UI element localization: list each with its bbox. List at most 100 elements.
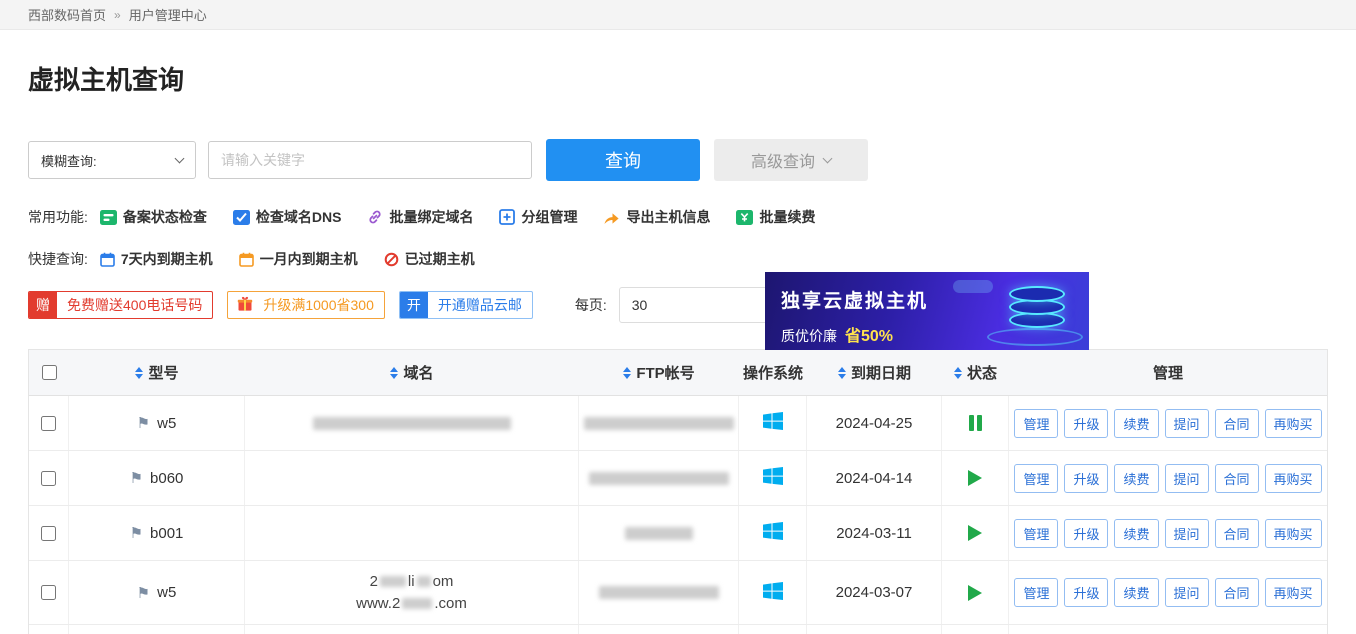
table-cell	[942, 625, 1009, 634]
header-domain: 域名	[245, 350, 579, 395]
func-label: 分组管理	[521, 207, 577, 227]
row-checkbox[interactable]	[41, 526, 56, 541]
action-contract-button[interactable]: 合同	[1215, 409, 1259, 438]
action-question-button[interactable]: 提问	[1165, 578, 1209, 607]
model-label: b060	[150, 470, 183, 487]
status-cell	[942, 396, 1009, 450]
func-check-dns[interactable]: 检查域名DNS	[233, 207, 342, 227]
func-batch-bind-domain[interactable]: 批量绑定域名	[367, 207, 473, 227]
action-contract-button[interactable]: 合同	[1215, 578, 1259, 607]
action-upgrade-button[interactable]: 升级	[1064, 409, 1108, 438]
action-manage-button[interactable]: 管理	[1014, 464, 1058, 493]
breadcrumb: 西部数码首页 » 用户管理中心	[0, 0, 1356, 30]
query-button[interactable]: 查询	[546, 139, 700, 181]
table-cell	[739, 625, 807, 634]
action-manage-button[interactable]: 管理	[1014, 578, 1058, 607]
search-row: 模糊查询: 查询 高级查询	[28, 139, 1328, 181]
host-table: 型号 域名 FTP帐号 操作系统 到期日期 状态 管理	[28, 349, 1328, 634]
func-group-manage[interactable]: 分组管理	[499, 207, 577, 227]
action-question-button[interactable]: 提问	[1165, 519, 1209, 548]
row-checkbox-cell	[29, 396, 69, 450]
sort-icon[interactable]	[390, 367, 398, 379]
filter-select[interactable]: 模糊查询:	[28, 141, 196, 179]
banner-title: 独享云虚拟主机	[781, 286, 1073, 313]
action-contract-button[interactable]: 合同	[1215, 464, 1259, 493]
action-renew-button[interactable]: 续费	[1114, 409, 1158, 438]
action-manage-button[interactable]: 管理	[1014, 409, 1058, 438]
header-label: 到期日期	[851, 362, 911, 383]
advanced-query-button[interactable]: 高级查询	[714, 139, 868, 181]
domain-fragment: li	[408, 573, 415, 590]
promo-cloud-mail[interactable]: 开 开通赠品云邮	[399, 291, 533, 319]
sort-icon[interactable]	[954, 367, 962, 379]
action-question-button[interactable]: 提问	[1165, 464, 1209, 493]
filter-select-label: 模糊查询:	[41, 151, 97, 170]
func-export-host-info[interactable]: 导出主机信息	[603, 207, 710, 227]
table-row: ⚑ b060 2024-04-14 管理 升级 续费 提问 合同 再购买	[29, 451, 1327, 506]
flag-icon: ⚑	[137, 584, 150, 602]
action-renew-button[interactable]: 续费	[1114, 578, 1158, 607]
action-question-button[interactable]: 提问	[1165, 409, 1209, 438]
flag-icon: ⚑	[130, 524, 143, 542]
action-rebuy-button[interactable]: 再购买	[1265, 519, 1322, 548]
select-all-checkbox[interactable]	[42, 365, 57, 380]
promo-free-400-number[interactable]: 赠 免费赠送400电话号码	[28, 291, 213, 319]
sort-icon[interactable]	[838, 367, 846, 379]
action-contract-button[interactable]: 合同	[1215, 519, 1259, 548]
table-cell	[807, 625, 942, 634]
quick-label: 已过期主机	[405, 249, 475, 269]
action-manage-button[interactable]: 管理	[1014, 519, 1058, 548]
domain-fragment: www.2	[356, 595, 400, 612]
action-renew-button[interactable]: 续费	[1114, 464, 1158, 493]
row-checkbox-cell	[29, 506, 69, 560]
action-upgrade-button[interactable]: 升级	[1064, 464, 1108, 493]
masked-domain-part	[417, 576, 431, 587]
quick-expired[interactable]: 已过期主机	[384, 249, 475, 269]
masked-ftp	[625, 527, 693, 540]
sort-icon[interactable]	[623, 367, 631, 379]
search-input[interactable]	[208, 141, 532, 179]
func-label: 导出主机信息	[626, 207, 710, 227]
status-paused-icon	[969, 415, 982, 431]
group-plus-icon	[499, 209, 515, 225]
func-label: 批量绑定域名	[389, 207, 473, 227]
domain-cell: 2 li om www.2 .com	[245, 561, 579, 624]
breadcrumb-current[interactable]: 用户管理中心	[129, 5, 207, 24]
domain-fragment: .com	[434, 595, 467, 612]
func-label: 批量续费	[759, 207, 815, 227]
os-cell	[739, 451, 807, 505]
windows-icon	[763, 522, 783, 544]
promo-upgrade-save[interactable]: 升级满1000省300	[227, 291, 385, 319]
header-label: 域名	[403, 362, 433, 383]
row-checkbox[interactable]	[41, 471, 56, 486]
batch-renew-icon	[736, 210, 753, 225]
header-status: 状态	[942, 350, 1009, 395]
header-manage: 管理	[1009, 350, 1327, 395]
action-rebuy-button[interactable]: 再购买	[1265, 578, 1322, 607]
sort-icon[interactable]	[135, 367, 143, 379]
func-icp-status-check[interactable]: 备案状态检查	[100, 207, 207, 227]
breadcrumb-separator: »	[114, 8, 121, 22]
ad-banner-cloud-host[interactable]: 独享云虚拟主机 质优价廉 省50%	[765, 272, 1089, 350]
chevron-down-icon	[175, 153, 185, 163]
row-checkbox[interactable]	[41, 416, 56, 431]
page-size-input[interactable]	[619, 287, 779, 323]
quick-query-label: 快捷查询:	[28, 249, 88, 269]
action-upgrade-button[interactable]: 升级	[1064, 578, 1108, 607]
action-renew-button[interactable]: 续费	[1114, 519, 1158, 548]
action-upgrade-button[interactable]: 升级	[1064, 519, 1108, 548]
func-batch-renew[interactable]: 批量续费	[736, 207, 815, 227]
table-row-stub	[29, 625, 1327, 634]
action-rebuy-button[interactable]: 再购买	[1265, 464, 1322, 493]
common-functions-row: 常用功能: 备案状态检查 检查域名DNS 批量绑定域名 分组管理 导出主机信息 …	[28, 207, 1328, 227]
expiry-cell: 2024-03-07	[807, 561, 942, 624]
header-ftp: FTP帐号	[579, 350, 739, 395]
action-rebuy-button[interactable]: 再购买	[1265, 409, 1322, 438]
quick-expire-7days[interactable]: 7天内到期主机	[100, 249, 213, 269]
row-checkbox[interactable]	[41, 585, 56, 600]
breadcrumb-home-link[interactable]: 西部数码首页	[28, 5, 106, 24]
chevron-down-icon	[823, 153, 833, 163]
quick-expire-month[interactable]: 一月内到期主机	[239, 249, 358, 269]
header-model: 型号	[69, 350, 245, 395]
model-label: b001	[150, 525, 183, 542]
